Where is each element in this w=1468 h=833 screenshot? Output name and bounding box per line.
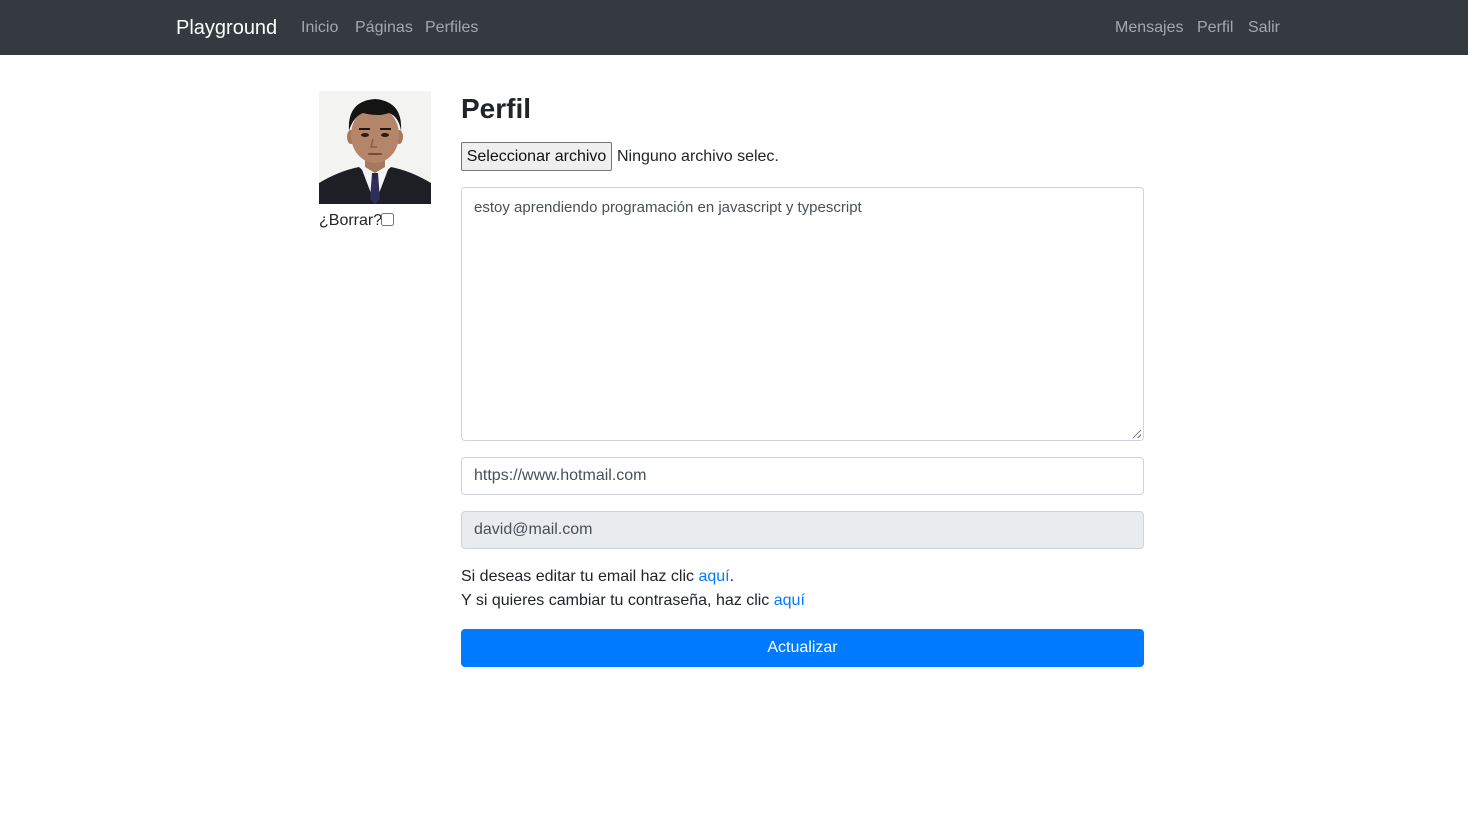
edit-email-help: Si deseas editar tu email haz clic aquí. — [461, 566, 734, 588]
resize-grip-icon[interactable] — [1133, 430, 1141, 438]
bio-textarea[interactable]: estoy aprendiendo programación en javasc… — [461, 187, 1144, 441]
email-input-disabled: david@mail.com — [461, 511, 1144, 549]
edit-email-help-suffix: . — [729, 568, 735, 585]
link-url-input[interactable]: https://www.hotmail.com — [461, 457, 1144, 495]
change-password-help: Y si quieres cambiar tu contraseña, haz … — [461, 590, 805, 612]
nav-salir[interactable]: Salir — [1248, 17, 1280, 39]
avatar — [319, 91, 431, 204]
nav-perfiles[interactable]: Perfiles — [425, 17, 478, 39]
file-status-text: Ninguno archivo selec. — [617, 148, 779, 165]
delete-photo-checkbox[interactable] — [381, 213, 394, 226]
top-navbar: Playground Inicio Páginas Perfiles Mensa… — [0, 0, 1468, 55]
update-button[interactable]: Actualizar — [461, 629, 1144, 667]
brand-link[interactable]: Playground — [176, 15, 277, 41]
page-title: Perfil — [461, 93, 532, 124]
avatar-photo — [319, 91, 431, 204]
nav-inicio[interactable]: Inicio — [301, 17, 338, 39]
change-password-link[interactable]: aquí — [774, 592, 805, 609]
nav-perfil[interactable]: Perfil — [1197, 17, 1233, 39]
delete-photo-label: ¿Borrar? — [319, 212, 383, 229]
bio-text: estoy aprendiendo programación en javasc… — [474, 199, 862, 216]
nav-paginas[interactable]: Páginas — [355, 17, 413, 39]
select-file-button[interactable]: Seleccionar archivo — [461, 142, 612, 171]
edit-email-link[interactable]: aquí — [698, 568, 729, 585]
change-password-help-text: Y si quieres cambiar tu contraseña, haz … — [461, 592, 774, 609]
nav-mensajes[interactable]: Mensajes — [1115, 17, 1183, 39]
edit-email-help-text: Si deseas editar tu email haz clic — [461, 568, 699, 585]
